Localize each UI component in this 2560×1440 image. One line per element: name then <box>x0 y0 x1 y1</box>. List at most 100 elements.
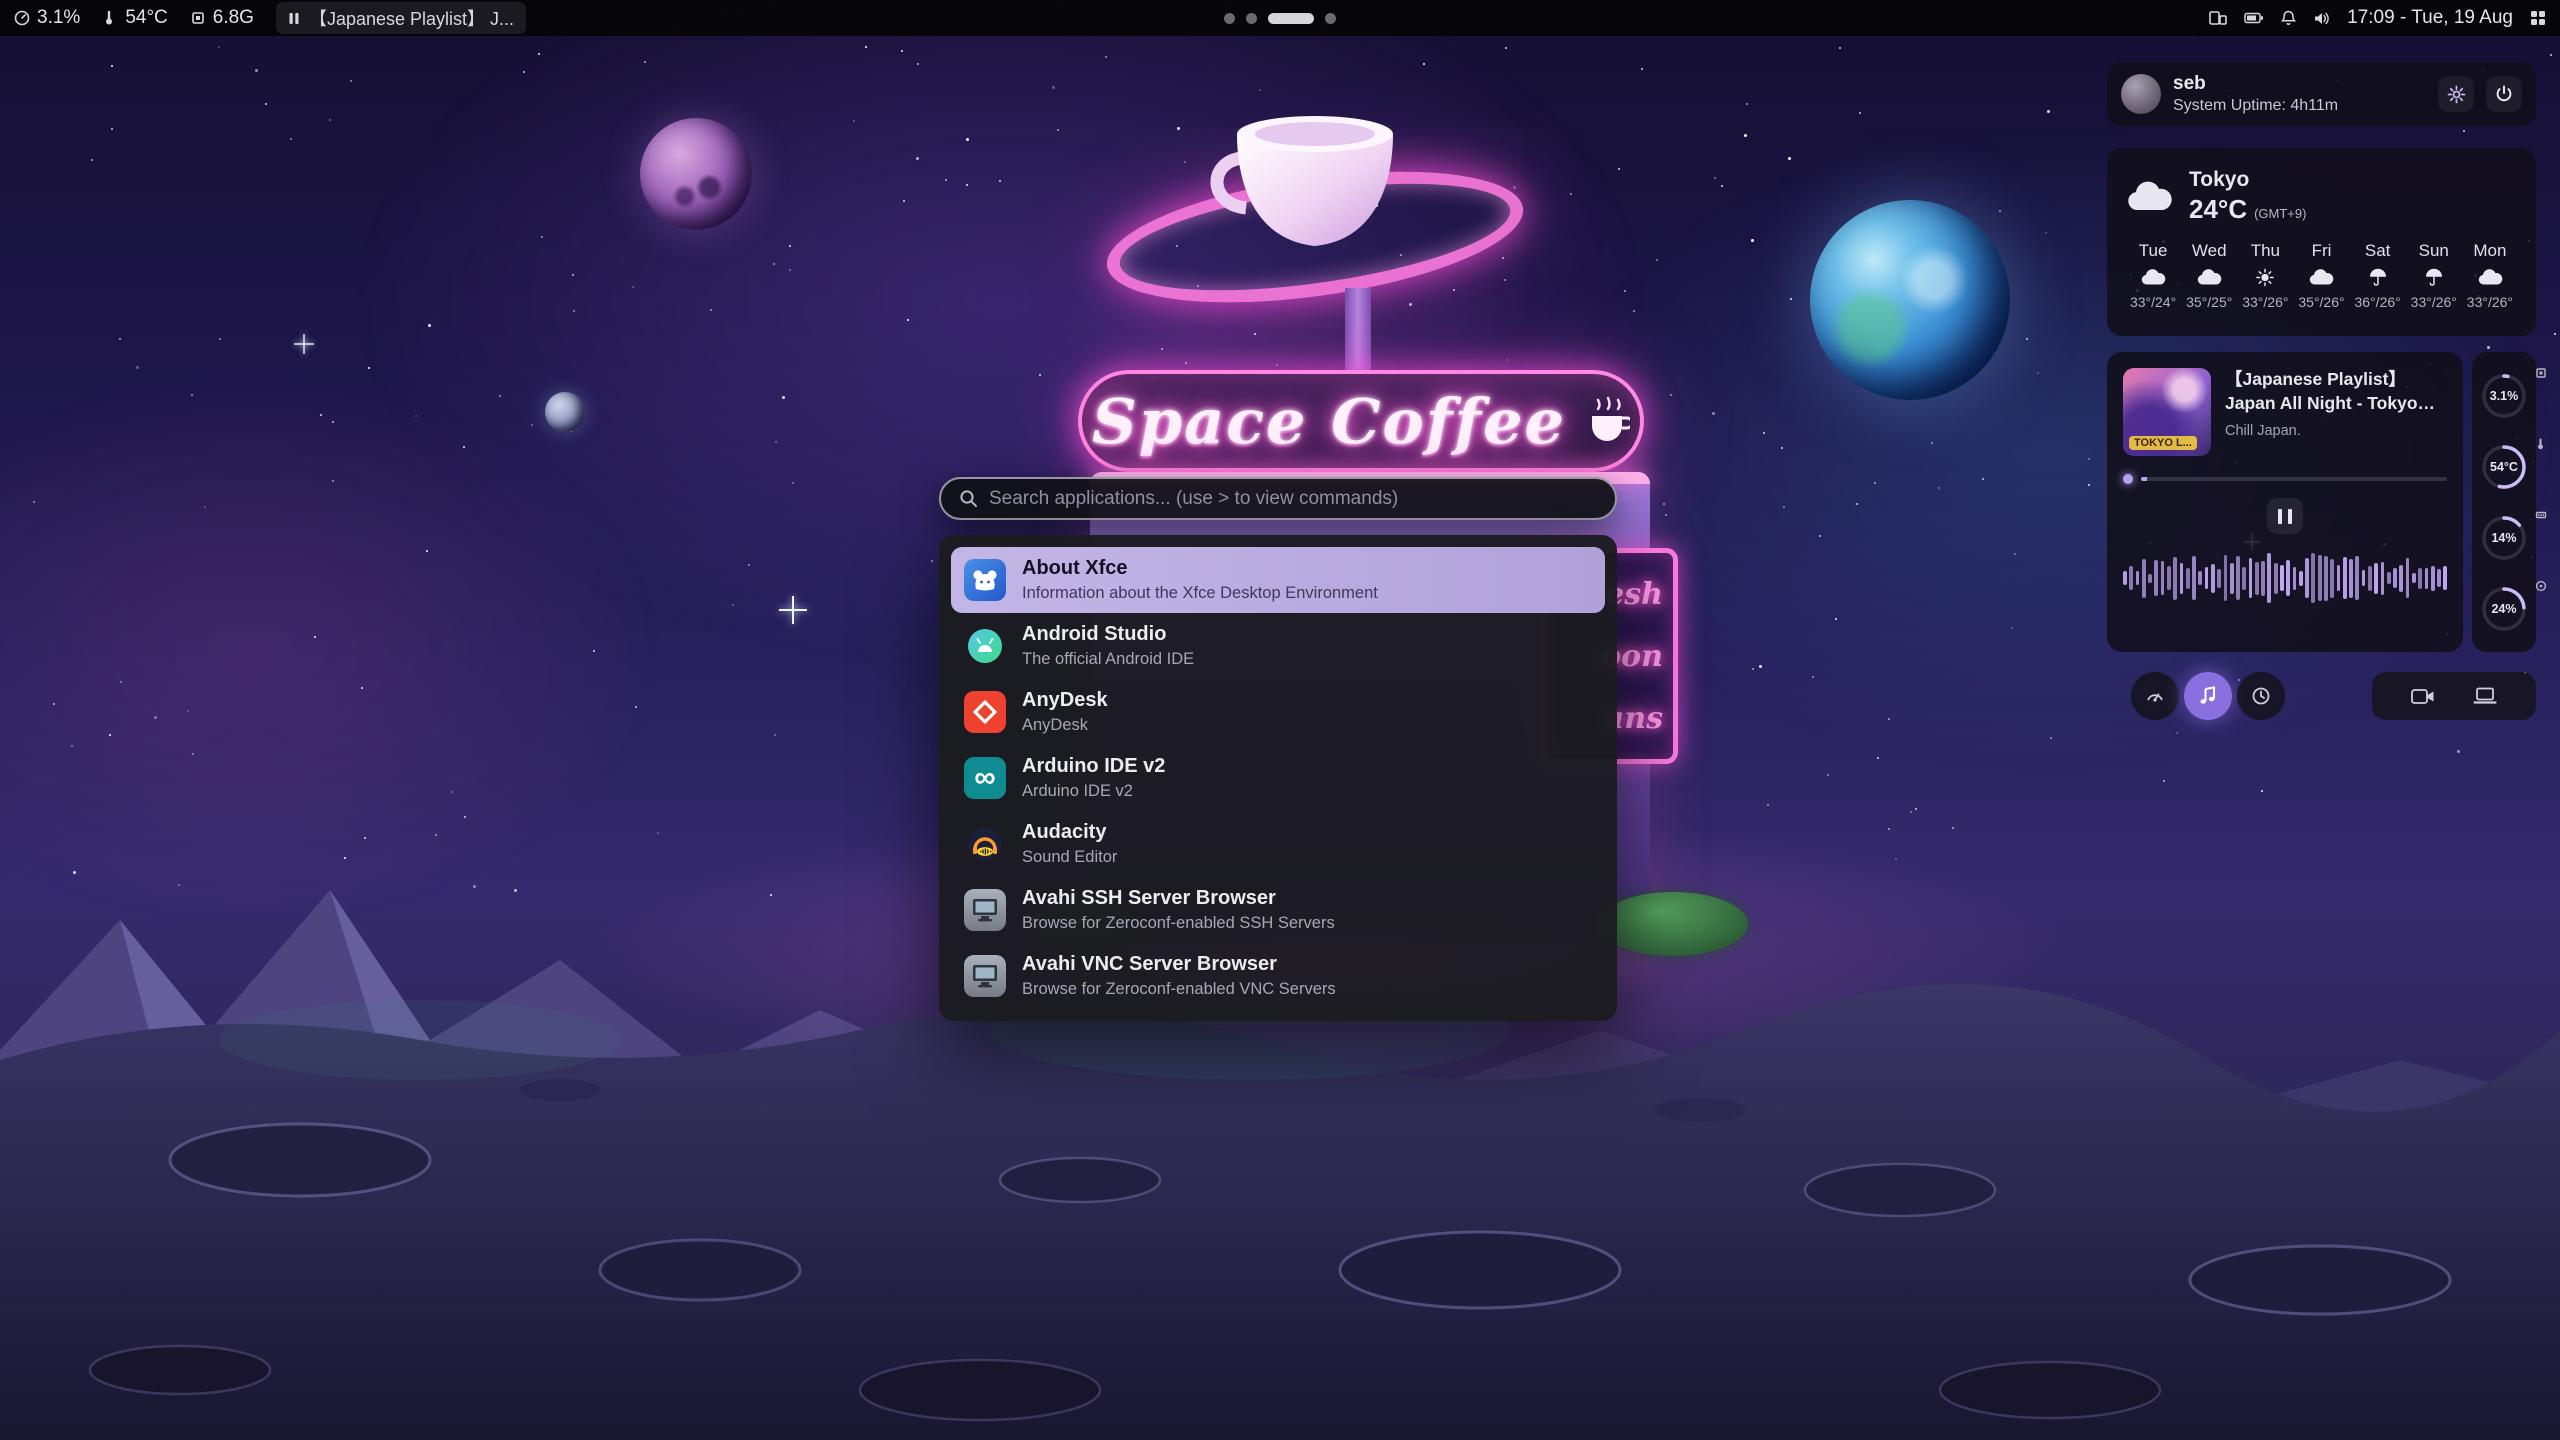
result-description: Sound Editor <box>1022 848 1117 867</box>
result-description: AnyDesk <box>1022 716 1108 735</box>
workspace-dot-4[interactable] <box>1325 13 1336 24</box>
workspace-dot-3-active[interactable] <box>1268 13 1314 24</box>
result-title: About Xfce <box>1022 557 1378 580</box>
workspace-dot-2[interactable] <box>1246 13 1257 24</box>
forecast-day: Thu 33°/26° <box>2237 241 2293 310</box>
cloud-icon <box>2125 180 2173 214</box>
launcher-result-android-studio[interactable]: Android Studio The official Android IDE <box>951 613 1605 679</box>
launcher-result-anydesk[interactable]: AnyDesk AnyDesk <box>951 679 1605 745</box>
forecast-day: Mon 33°/26° <box>2462 241 2518 310</box>
video-camera-icon <box>2411 688 2435 705</box>
workspace-dot-1[interactable] <box>1224 13 1235 24</box>
weather-city: Tokyo <box>2189 168 2306 192</box>
desktop: Space Coffee esh oon ans <box>0 0 2560 1440</box>
capture-toolbar <box>2372 672 2536 720</box>
weather-card: Tokyo 24°C (GMT+9) Tue 33°/24° Wed 35°/2… <box>2107 148 2536 336</box>
result-title: Avahi SSH Server Browser <box>1022 887 1335 910</box>
result-title: Android Studio <box>1022 623 1194 646</box>
user-card: seb System Uptime: 4h11m <box>2107 62 2536 126</box>
umbrella-icon <box>2423 268 2445 287</box>
umbrella-icon <box>2367 268 2389 287</box>
media-player-card: TOKYO L... 【Japanese Playlist】 Japan All… <box>2107 352 2463 652</box>
music-note-icon <box>2199 686 2217 706</box>
app-launcher: About Xfce Information about the Xfce De… <box>939 477 1617 1021</box>
cpu-gauge-icon <box>14 10 30 26</box>
now-playing-pill[interactable]: 【Japanese Playlist】 J... <box>276 2 526 34</box>
avatar <box>2121 74 2161 114</box>
album-art: TOKYO L... <box>2123 368 2211 456</box>
power-button[interactable] <box>2486 76 2522 112</box>
forecast-day: Tue 33°/24° <box>2125 241 2181 310</box>
weather-temperature: 24°C <box>2189 194 2247 225</box>
app-grid-icon[interactable] <box>2530 10 2546 26</box>
track-title: 【Japanese Playlist】 Japan All Night - To… <box>2225 368 2447 415</box>
launcher-result-avahi-ssh[interactable]: Avahi SSH Server Browser Browse for Zero… <box>951 877 1605 943</box>
temperature-gauge: 54°C <box>2479 442 2529 492</box>
now-playing-text: 【Japanese Playlist】 J... <box>309 5 514 31</box>
sparkle <box>294 334 314 354</box>
temperature-indicator: 54°C <box>102 7 167 29</box>
battery-icon[interactable] <box>2244 12 2264 24</box>
purple-planet <box>640 118 752 230</box>
launcher-results: About Xfce Information about the Xfce De… <box>939 535 1617 1021</box>
album-art-label: TOKYO L... <box>2129 436 2197 450</box>
volume-icon[interactable] <box>2313 11 2330 26</box>
laptop-icon <box>2473 687 2497 705</box>
monitor-icon <box>964 955 1006 997</box>
cloud-icon <box>2196 268 2222 287</box>
launcher-result-avahi-vnc[interactable]: Avahi VNC Server Browser Browse for Zero… <box>951 943 1605 1009</box>
widget-toggle-buttons <box>2131 672 2285 720</box>
topbar-right: 17:09 - Tue, 19 Aug <box>2209 7 2546 29</box>
forecast-day: Sun 33°/26° <box>2406 241 2462 310</box>
android-studio-logo-icon <box>964 625 1006 667</box>
clock[interactable]: 17:09 - Tue, 19 Aug <box>2347 7 2513 29</box>
result-description: Browse for Zeroconf-enabled VNC Servers <box>1022 980 1336 999</box>
settings-button[interactable] <box>2438 76 2474 112</box>
screenshot-button[interactable] <box>2473 687 2497 705</box>
small-moon <box>545 392 585 432</box>
neon-sign-text: Space Coffee <box>1092 385 1566 458</box>
launcher-result-about-xfce[interactable]: About Xfce Information about the Xfce De… <box>951 547 1605 613</box>
clock-icon <box>2251 686 2271 706</box>
sun-icon <box>2254 268 2276 287</box>
temperature-value: 54°C <box>125 7 167 29</box>
memory-chip-icon <box>190 10 206 26</box>
system-gauges: 3.1% 54°C 14% <box>2472 352 2536 652</box>
result-title: Audacity <box>1022 821 1117 844</box>
stats-widget-button[interactable] <box>2131 672 2179 720</box>
cpu-value: 3.1% <box>37 7 80 29</box>
cpu-gauge: 3.1% <box>2479 371 2529 421</box>
launcher-result-arduino[interactable]: ∞ Arduino IDE v2 Arduino IDE v2 <box>951 745 1605 811</box>
forecast-day: Fri 35°/26° <box>2293 241 2349 310</box>
neon-sign: Space Coffee <box>1078 370 1644 472</box>
result-description: Information about the Xfce Desktop Envir… <box>1022 584 1378 603</box>
system-uptime: System Uptime: 4h11m <box>2173 97 2426 115</box>
monitor-icon <box>964 889 1006 931</box>
memory-gauge: 14% <box>2479 513 2529 563</box>
pause-icon <box>288 12 300 25</box>
media-widget-button[interactable] <box>2184 672 2232 720</box>
coffee-cup-icon <box>1586 396 1630 446</box>
workspace-switcher <box>1224 0 1336 36</box>
timer-widget-button[interactable] <box>2237 672 2285 720</box>
disk-gauge: 24% <box>2479 584 2529 634</box>
launcher-search-input[interactable] <box>989 488 1597 510</box>
screen-record-button[interactable] <box>2411 688 2435 705</box>
progress-knob[interactable] <box>2123 474 2133 484</box>
notifications-bell-icon[interactable] <box>2281 10 2296 26</box>
arduino-logo-icon: ∞ <box>964 757 1006 799</box>
earth-planet <box>1810 200 2010 400</box>
weather-timezone: (GMT+9) <box>2254 206 2306 221</box>
search-icon <box>959 489 978 508</box>
launcher-result-audacity[interactable]: Audacity Sound Editor <box>951 811 1605 877</box>
power-icon <box>2495 85 2513 103</box>
pause-button[interactable] <box>2267 498 2303 534</box>
progress-track[interactable] <box>2141 477 2447 481</box>
cloud-icon <box>2477 268 2503 287</box>
result-title: AnyDesk <box>1022 689 1108 712</box>
memory-value: 6.8G <box>213 7 254 29</box>
phone-link-icon[interactable] <box>2209 10 2227 26</box>
media-progress[interactable] <box>2123 474 2447 484</box>
launcher-search-box <box>939 477 1617 520</box>
result-description: The official Android IDE <box>1022 650 1194 669</box>
